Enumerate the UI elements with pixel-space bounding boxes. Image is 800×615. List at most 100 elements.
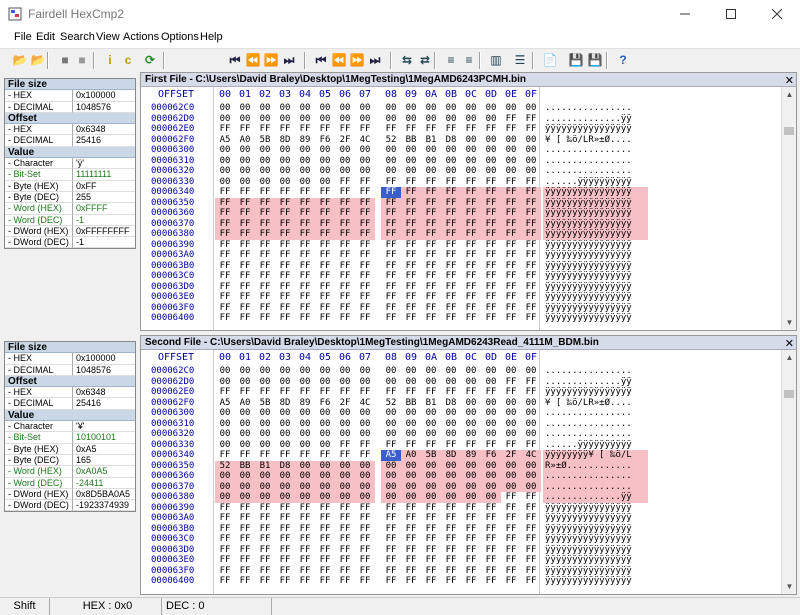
hex-byte[interactable]: FF	[461, 261, 481, 272]
hex-byte[interactable]: FF	[315, 229, 335, 240]
hex-byte[interactable]: 00	[235, 377, 255, 388]
hex-byte[interactable]: FF	[481, 197, 501, 208]
ascii-text[interactable]: ................	[543, 145, 648, 156]
hex-byte[interactable]: 00	[521, 408, 541, 419]
ascii-text[interactable]: ................	[543, 366, 648, 377]
hex-byte[interactable]: FF	[295, 576, 315, 587]
hex-byte[interactable]: 00	[421, 492, 441, 503]
hex-byte[interactable]: FF	[521, 303, 541, 314]
hex-byte[interactable]: FF	[401, 197, 421, 208]
hex-byte[interactable]: 4C	[521, 450, 541, 461]
hex-byte[interactable]: FF	[235, 261, 255, 272]
hex-byte[interactable]: FF	[295, 555, 315, 566]
hex-byte[interactable]: FF	[215, 282, 235, 293]
hex-byte[interactable]: 00	[521, 166, 541, 177]
hex-byte[interactable]: FF	[295, 124, 315, 135]
hex-byte[interactable]: FF	[255, 197, 275, 208]
hex-byte[interactable]: FF	[295, 313, 315, 324]
hex-byte[interactable]: FF	[381, 555, 401, 566]
hex-byte[interactable]: FF	[501, 282, 521, 293]
hex-byte[interactable]: FF	[501, 240, 521, 251]
compare-button[interactable]: c	[119, 51, 137, 69]
hex-byte[interactable]: 00	[295, 408, 315, 419]
property-row[interactable]: - Byte (DEC) 255	[5, 191, 135, 204]
hex-byte[interactable]: A0	[235, 398, 255, 409]
hex-byte[interactable]: 00	[215, 408, 235, 419]
hex-byte[interactable]: 52	[381, 398, 401, 409]
hex-byte[interactable]: FF	[355, 313, 375, 324]
ascii-text[interactable]: ÿÿÿÿÿÿÿÿÿÿÿÿÿÿÿÿ	[543, 282, 648, 293]
property-row[interactable]: - HEX 0x6348	[5, 387, 135, 399]
hex-byte[interactable]: 00	[355, 145, 375, 156]
ascii-text[interactable]: ................	[543, 429, 648, 440]
hex-byte[interactable]: FF	[355, 208, 375, 219]
open-first-button[interactable]: 📂	[11, 51, 29, 69]
hex-byte[interactable]: FF	[295, 534, 315, 545]
last-diff-button[interactable]: ⏭	[280, 51, 298, 69]
hex-byte[interactable]: FF	[521, 545, 541, 556]
hex-byte[interactable]: 00	[401, 492, 421, 503]
hex-byte[interactable]: 00	[255, 492, 275, 503]
hex-byte[interactable]: FF	[275, 576, 295, 587]
hex-byte[interactable]: 00	[315, 481, 335, 492]
hex-byte[interactable]: FF	[275, 124, 295, 135]
hex-byte[interactable]: 00	[215, 166, 235, 177]
hex-byte[interactable]: 00	[481, 135, 501, 146]
hex-byte[interactable]: FF	[461, 218, 481, 229]
hex-byte[interactable]: FF	[255, 303, 275, 314]
hex-byte[interactable]: FF	[441, 534, 461, 545]
hex-byte[interactable]: FF	[335, 576, 355, 587]
hex-byte[interactable]: 00	[315, 103, 335, 114]
hex-byte[interactable]: 00	[421, 419, 441, 430]
scroll-down-icon[interactable]: ▼	[782, 315, 796, 330]
hex-byte[interactable]: FF	[441, 218, 461, 229]
hex-byte[interactable]: FF	[355, 513, 375, 524]
second-file-pane[interactable]: Second File - C:\Users\David Braley\Desk…	[140, 335, 797, 595]
ascii-text[interactable]: ..............ÿÿ	[543, 114, 648, 125]
hex-byte[interactable]: FF	[275, 566, 295, 577]
hex-byte[interactable]: 00	[295, 177, 315, 188]
hex-byte[interactable]: FF	[421, 303, 441, 314]
hex-byte[interactable]: 00	[381, 471, 401, 482]
hex-byte[interactable]: FF	[335, 513, 355, 524]
hex-byte[interactable]: FF	[335, 124, 355, 135]
hex-byte[interactable]: 00	[255, 377, 275, 388]
property-row[interactable]: - DWord (DEC) -1923374939	[5, 500, 135, 512]
scroll-thumb[interactable]	[784, 127, 794, 135]
hex-byte[interactable]: FF	[235, 282, 255, 293]
hex-byte[interactable]: 00	[275, 481, 295, 492]
ascii-text[interactable]: ÿÿÿÿÿÿÿÿ¥ [ ‰ö/L	[543, 450, 648, 461]
hex-byte[interactable]: FF	[215, 292, 235, 303]
hex-byte[interactable]: FF	[295, 250, 315, 261]
hex-byte[interactable]: FF	[501, 187, 521, 198]
hex-byte[interactable]: FF	[381, 197, 401, 208]
hex-byte[interactable]: A5	[215, 398, 235, 409]
hex-byte[interactable]: FF	[215, 503, 235, 514]
hex-byte[interactable]: 00	[275, 145, 295, 156]
hex-byte[interactable]: 00	[401, 460, 421, 471]
hex-byte[interactable]: FF	[481, 313, 501, 324]
hex-byte[interactable]: FF	[481, 240, 501, 251]
property-row[interactable]: - Byte (HEX) 0xA5	[5, 443, 135, 455]
hex-byte[interactable]: 00	[315, 166, 335, 177]
hex-byte[interactable]: FF	[215, 124, 235, 135]
ascii-text[interactable]: ÿÿÿÿÿÿÿÿÿÿÿÿÿÿÿÿ	[543, 513, 648, 524]
hex-byte[interactable]: FF	[275, 229, 295, 240]
ascii-text[interactable]: ÿÿÿÿÿÿÿÿÿÿÿÿÿÿÿÿ	[543, 229, 648, 240]
hex-byte[interactable]: FF	[335, 208, 355, 219]
hex-byte[interactable]: FF	[255, 124, 275, 135]
hex-byte[interactable]: FF	[295, 261, 315, 272]
hex-byte[interactable]: FF	[255, 292, 275, 303]
hex-byte[interactable]: FF	[521, 240, 541, 251]
hex-byte[interactable]: FF	[255, 313, 275, 324]
hex-byte[interactable]: 00	[355, 481, 375, 492]
maximize-button[interactable]	[708, 0, 754, 28]
property-row[interactable]: - DECIMAL 25416	[5, 398, 135, 410]
hex-byte[interactable]: FF	[215, 313, 235, 324]
hex-byte[interactable]: FF	[481, 534, 501, 545]
hex-byte[interactable]: 00	[295, 492, 315, 503]
align-left-button[interactable]: ≡	[442, 51, 460, 69]
hex-byte[interactable]: FF	[275, 545, 295, 556]
hex-byte[interactable]: FF	[255, 534, 275, 545]
hex-byte[interactable]: FF	[501, 555, 521, 566]
